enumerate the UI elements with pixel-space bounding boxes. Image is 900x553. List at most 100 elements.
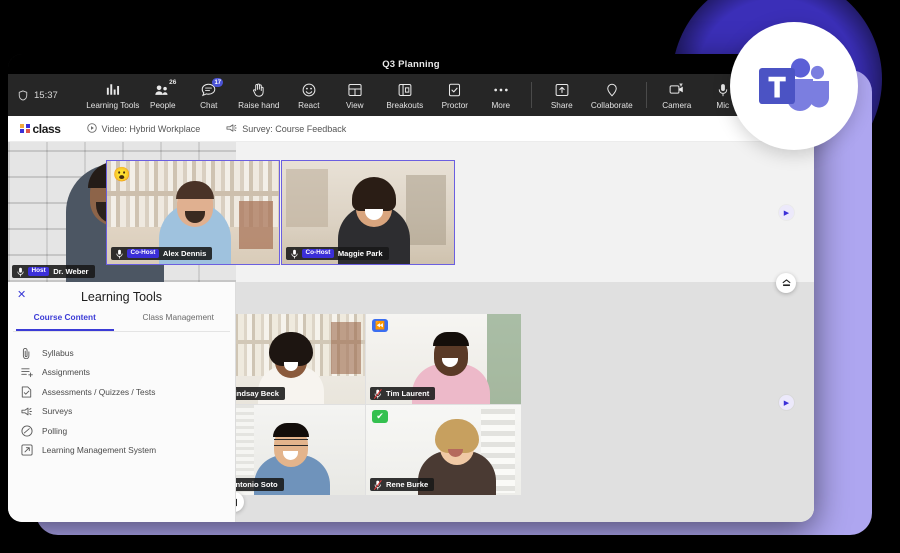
toolbar-button-people[interactable]: 26 People bbox=[140, 80, 186, 110]
chevron-right-icon: ▶ bbox=[784, 399, 789, 407]
collapse-top-strip-button[interactable] bbox=[776, 273, 796, 293]
classbar-item-label: Video: Hybrid Workplace bbox=[102, 124, 201, 134]
tab-class-management[interactable]: Class Management bbox=[122, 312, 236, 331]
bar-chart-icon bbox=[106, 81, 120, 98]
toolbar-button-view[interactable]: View bbox=[332, 80, 378, 110]
learning-tools-item-polling[interactable]: Polling bbox=[20, 424, 235, 437]
participant-name: Maggie Park bbox=[338, 249, 383, 258]
toolbar-button-camera[interactable]: ▾ Camera bbox=[654, 80, 700, 110]
cohost-video-tile-alex-dennis[interactable]: 😮 Co-Host Alex Dennis bbox=[106, 160, 280, 265]
ellipsis-icon bbox=[493, 81, 509, 98]
microsoft-teams-logo bbox=[757, 55, 831, 117]
toolbar-label: Learning Tools bbox=[86, 101, 139, 110]
toolbar-button-chat[interactable]: 17 Chat bbox=[186, 80, 232, 110]
gallery-video-tile-rene-burke[interactable]: ✔ Rene Burke bbox=[366, 405, 521, 495]
chat-icon: 17 bbox=[201, 81, 216, 98]
share-upload-icon bbox=[555, 81, 569, 98]
learning-tools-item-assignments[interactable]: Assignments bbox=[20, 366, 235, 379]
gallery-next-button[interactable]: ▶ bbox=[779, 395, 794, 410]
microphone-icon bbox=[16, 267, 24, 277]
microphone-muted-icon bbox=[374, 480, 382, 490]
microphone-icon bbox=[718, 81, 728, 98]
chevron-down-icon[interactable]: ▾ bbox=[679, 81, 683, 89]
tab-course-content[interactable]: Course Content bbox=[8, 312, 122, 331]
learning-tools-item-lms[interactable]: Learning Management System bbox=[20, 444, 235, 457]
microsoft-teams-logo-badge bbox=[730, 22, 858, 150]
toolbar-divider bbox=[646, 82, 647, 108]
play-circle-icon bbox=[87, 123, 97, 135]
gallery-video-tile-tim-laurent[interactable]: ⏪ Tim Laurent bbox=[366, 314, 521, 404]
learning-tools-item-assessments[interactable]: Assessments / Quizzes / Tests bbox=[20, 385, 235, 398]
poll-circle-icon bbox=[20, 424, 33, 437]
learning-tools-item-syllabus[interactable]: Syllabus bbox=[20, 346, 235, 359]
breakouts-icon bbox=[398, 81, 412, 98]
item-label: Syllabus bbox=[42, 348, 74, 358]
learning-tools-list: Syllabus Assignments Assessments / Quizz… bbox=[8, 332, 235, 457]
item-label: Surveys bbox=[42, 406, 72, 416]
checkmark-badge: ✔ bbox=[372, 410, 388, 423]
meeting-title: Q3 Planning bbox=[382, 59, 440, 70]
smiley-icon bbox=[302, 81, 316, 98]
location-pin-icon bbox=[606, 81, 618, 98]
toolbar-label: Proctor bbox=[442, 101, 468, 110]
toolbar-label: More bbox=[491, 101, 510, 110]
chevron-up-bar-icon bbox=[782, 279, 791, 288]
participant-name: Lindsay Beck bbox=[230, 389, 279, 398]
close-icon[interactable]: ✕ bbox=[17, 290, 26, 301]
toolbar-button-react[interactable]: React bbox=[286, 80, 332, 110]
toolbar-items: Learning Tools 26 People bbox=[86, 80, 746, 110]
top-strip-next-button[interactable]: ▶ bbox=[779, 205, 794, 220]
classbar-item-survey[interactable]: Survey: Course Feedback bbox=[226, 123, 346, 135]
meeting-content: Host Dr. Weber 😮 bbox=[8, 142, 814, 522]
microphone-muted-icon bbox=[374, 389, 382, 399]
participant-name: Alex Dennis bbox=[163, 249, 206, 258]
participant-nameplate: Co-Host Maggie Park bbox=[286, 247, 389, 260]
toolbar-label: React bbox=[298, 101, 319, 110]
learning-tools-item-surveys[interactable]: Surveys bbox=[20, 405, 235, 418]
survey-icon bbox=[20, 405, 33, 418]
rewind-badge: ⏪ bbox=[372, 319, 388, 332]
item-label: Polling bbox=[42, 426, 67, 436]
window-titlebar: Q3 Planning bbox=[8, 54, 814, 74]
toolbar-label: Mic bbox=[716, 101, 729, 110]
toolbar-button-collaborate[interactable]: Collaborate bbox=[585, 80, 639, 110]
learning-tools-tabs: Course Content Class Management bbox=[8, 312, 235, 331]
toolbar-label: Share bbox=[551, 101, 573, 110]
toolbar-button-more[interactable]: More bbox=[478, 80, 524, 110]
classbar-item-video[interactable]: Video: Hybrid Workplace bbox=[87, 123, 201, 135]
raise-hand-icon bbox=[252, 81, 265, 98]
participant-role-badge: Co-Host bbox=[302, 249, 334, 258]
toolbar-label: View bbox=[346, 101, 364, 110]
paperclip-icon bbox=[20, 346, 33, 359]
document-check-icon bbox=[20, 385, 33, 398]
toolbar-button-share[interactable]: Share bbox=[539, 80, 585, 110]
toolbar-label: Camera bbox=[662, 101, 691, 110]
survey-icon bbox=[226, 123, 237, 135]
toolbar-label: Raise hand bbox=[238, 101, 279, 110]
layout-grid-icon bbox=[348, 81, 362, 98]
participant-name: Antonio Soto bbox=[230, 480, 278, 489]
toolbar-divider bbox=[531, 82, 532, 108]
camera-icon: ▾ bbox=[669, 81, 685, 98]
host-nameplate: Host Dr. Weber bbox=[12, 265, 95, 278]
host-role-badge: Host bbox=[28, 267, 49, 276]
toolbar-button-breakouts[interactable]: Breakouts bbox=[378, 80, 432, 110]
toolbar-button-proctor[interactable]: Proctor bbox=[432, 80, 478, 110]
item-label: Assessments / Quizzes / Tests bbox=[42, 387, 155, 397]
people-badge-count: 26 bbox=[167, 79, 178, 88]
toolbar-button-raise-hand[interactable]: Raise hand bbox=[232, 80, 286, 110]
microphone-icon bbox=[290, 249, 298, 259]
people-icon: 26 bbox=[155, 81, 170, 98]
chevron-right-icon: ▶ bbox=[784, 209, 789, 217]
participant-role-badge: Co-Host bbox=[127, 249, 159, 258]
toolbar-button-learning-tools[interactable]: Learning Tools bbox=[86, 80, 140, 110]
chat-badge-count: 17 bbox=[212, 78, 223, 87]
item-label: Learning Management System bbox=[42, 445, 156, 455]
surprised-emoji: 😮 bbox=[113, 167, 130, 181]
cohost-video-tile-maggie-park[interactable]: Co-Host Maggie Park bbox=[281, 160, 455, 265]
meeting-window: Q3 Planning 15:37 bbox=[8, 54, 814, 522]
tab-label: Course Content bbox=[34, 312, 96, 322]
class-logo-dots-icon bbox=[20, 124, 30, 134]
learning-tools-header: ✕ Learning Tools bbox=[8, 282, 235, 312]
tab-label: Class Management bbox=[143, 312, 214, 322]
